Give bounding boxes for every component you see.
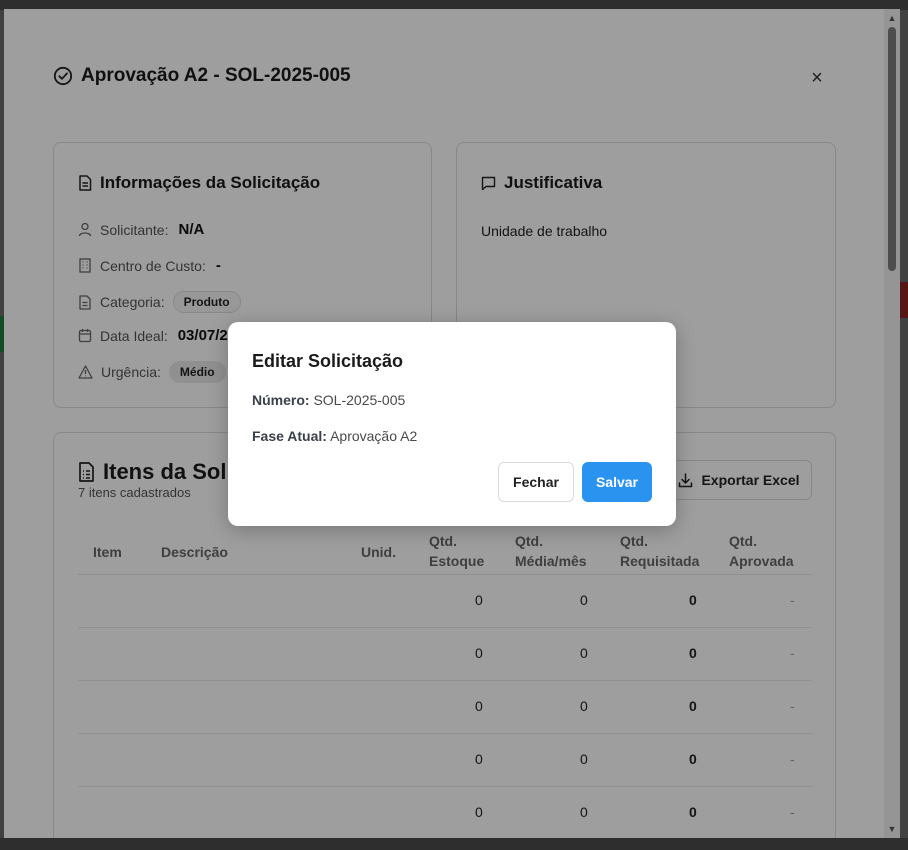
- modal-numero-label: Número:: [252, 392, 310, 408]
- edit-request-modal: Editar Solicitação Número: SOL-2025-005 …: [228, 322, 676, 526]
- close-button[interactable]: Fechar: [498, 462, 574, 502]
- modal-fase-label: Fase Atual:: [252, 428, 327, 444]
- modal-numero-value: SOL-2025-005: [313, 392, 406, 408]
- modal-fase-value: Aprovação A2: [330, 428, 418, 444]
- modal-numero-line: Número: SOL-2025-005: [252, 392, 405, 408]
- save-button[interactable]: Salvar: [582, 462, 652, 502]
- modal-title: Editar Solicitação: [252, 351, 404, 371]
- modal-fase-line: Fase Atual: Aprovação A2: [252, 428, 417, 444]
